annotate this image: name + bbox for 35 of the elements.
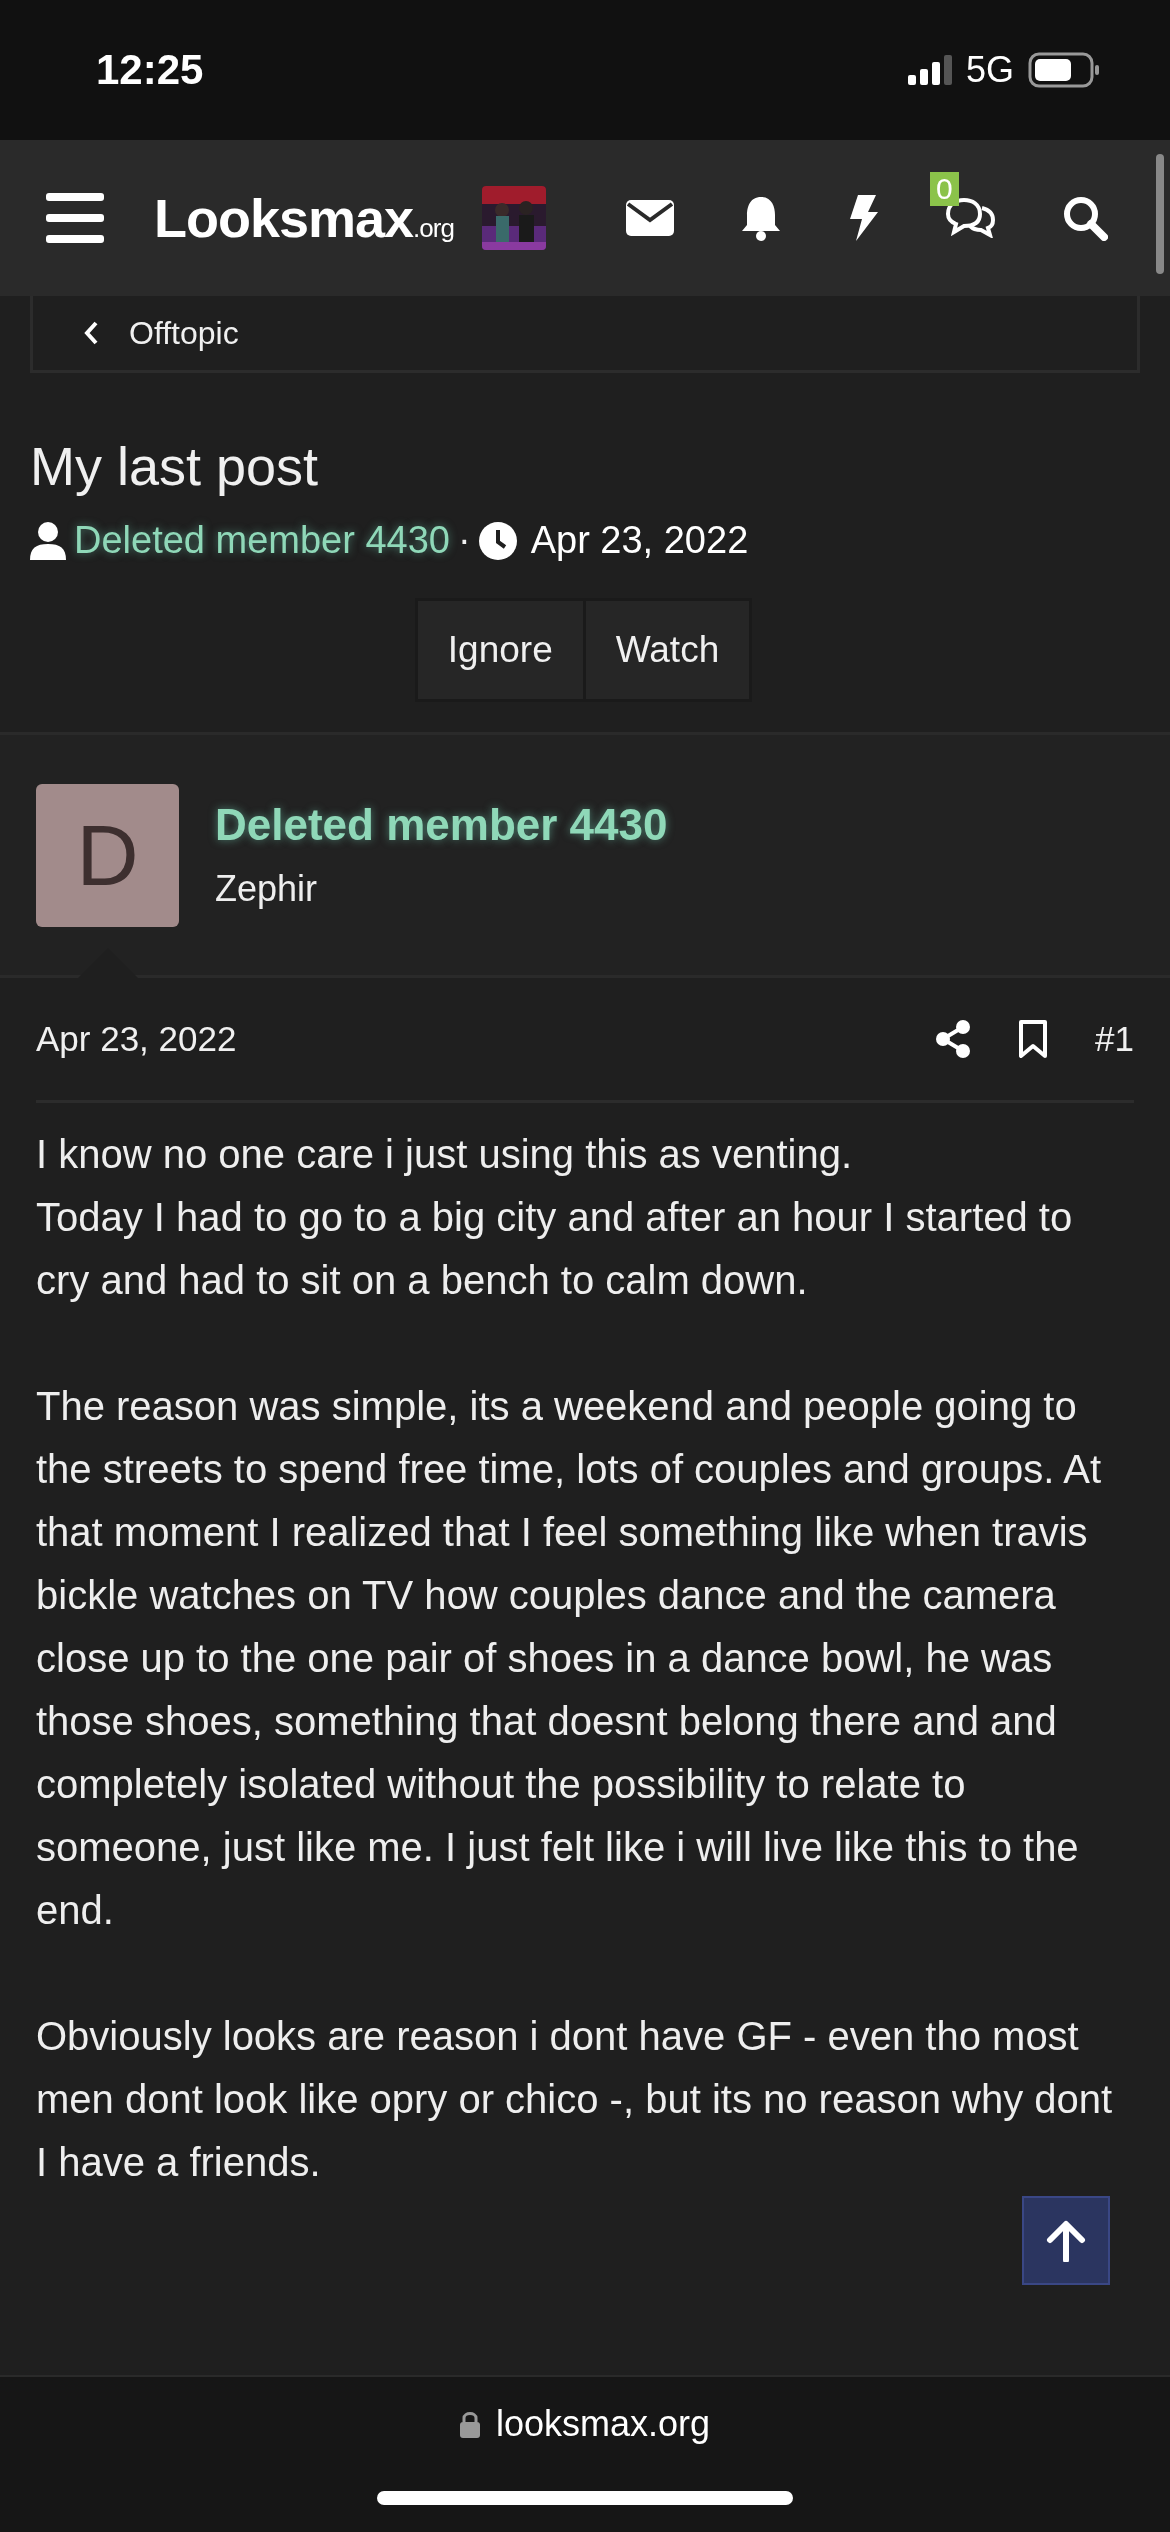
- signal-icon: [907, 55, 952, 85]
- author-link[interactable]: Deleted member 4430: [74, 519, 450, 562]
- user-avatar[interactable]: D: [36, 783, 179, 927]
- thread-action-button[interactable]: Ignore: [414, 598, 586, 702]
- search-icon[interactable]: [1062, 195, 1108, 241]
- post-date[interactable]: Apr 23, 2022: [36, 1019, 237, 1059]
- bookmark-icon[interactable]: [1019, 1020, 1048, 1058]
- post-paragraph: Obviously looks are reason i dont have GF - even tho most men dont look like opry or chico -, but its no reason why dont I have a friends.: [36, 2013, 1114, 2186]
- site-logo[interactable]: Looksmax.org: [154, 187, 454, 249]
- menu-icon[interactable]: [46, 193, 104, 243]
- bell-icon[interactable]: [740, 195, 782, 241]
- post-number[interactable]: #1: [1095, 1019, 1134, 1059]
- separator: ·: [458, 519, 471, 562]
- post-paragraph: The reason was simple, its a weekend and people going to the streets to spend free time, lots of couples and groups. At that moment I realized that I feel something like when travis bickle watches on TV how couples dance and the camera close up to the one pair of shoes in a dance bowl, he was those shoes, something that doesnt belong there and and completely isolated without the possibility to relate to someone, just like me. I just felt like i will live like this to the end.: [36, 1383, 1103, 1934]
- user-icon: [30, 521, 66, 560]
- thread-title: My last post: [30, 435, 320, 497]
- notification-badge: 0: [930, 172, 959, 206]
- status-time: 12:25: [96, 46, 204, 94]
- lock-icon: [459, 2410, 480, 2438]
- arrow-up-icon: [1046, 2219, 1086, 2262]
- user-title: Zephir: [215, 868, 319, 910]
- mail-icon[interactable]: [626, 200, 674, 236]
- share-icon[interactable]: [935, 1020, 972, 1058]
- clock-icon: [478, 521, 517, 560]
- scrollbar[interactable]: [1156, 154, 1164, 274]
- url-label[interactable]: looksmax.org: [495, 2403, 711, 2445]
- battery-icon: [1028, 52, 1100, 88]
- back-icon[interactable]: [83, 320, 99, 346]
- thread-date[interactable]: Apr 23, 2022: [530, 519, 749, 562]
- lightning-icon[interactable]: [848, 195, 878, 241]
- scroll-top-button[interactable]: [1022, 2196, 1110, 2285]
- post-paragraph: I know no one care i just using this as venting. Today I had to go to a big city and after an hour I started to cry and had to sit on a bench to calm down.: [36, 1131, 1074, 1304]
- breadcrumb-link[interactable]: Offtopic: [129, 314, 239, 352]
- username-link[interactable]: Deleted member 4430: [215, 800, 668, 850]
- network-label: 5G: [965, 49, 1014, 91]
